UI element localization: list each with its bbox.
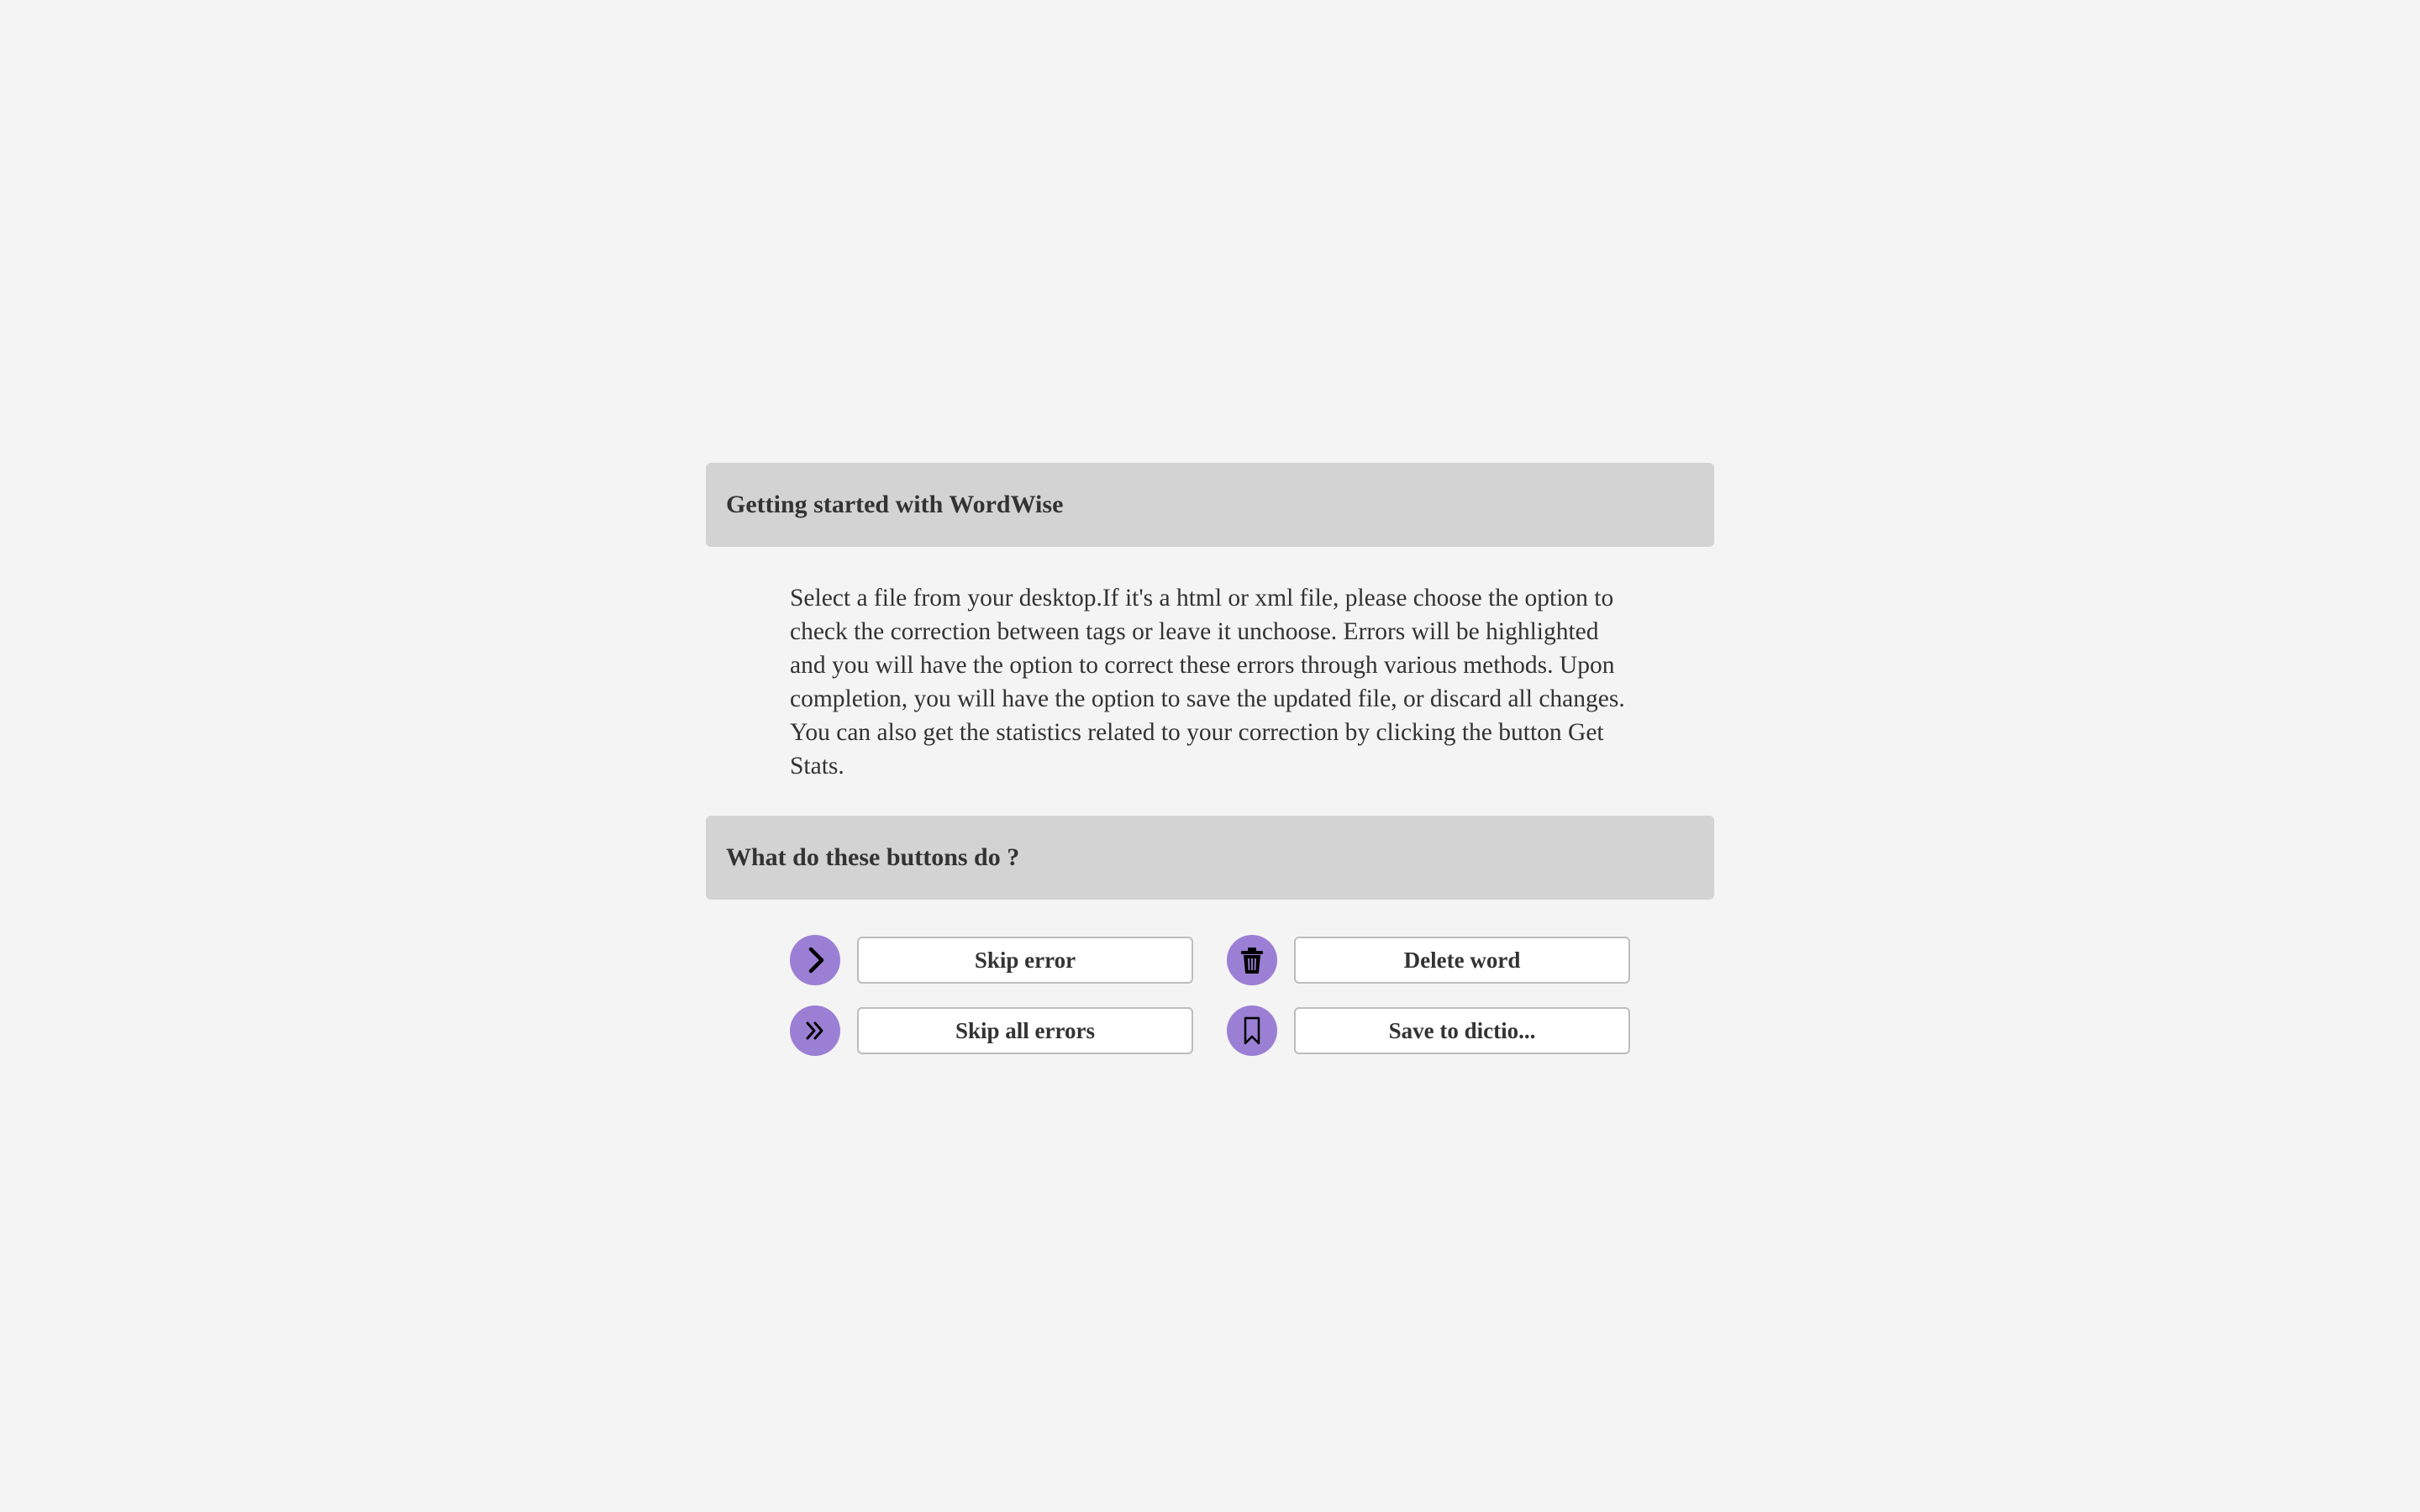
save-to-dictionary-row: Save to dictio... <box>1227 1005 1630 1056</box>
chevron-right-icon <box>790 935 840 985</box>
double-chevron-right-icon <box>790 1005 840 1056</box>
section-title: What do these buttons do ? <box>726 843 1020 871</box>
skip-all-errors-row: Skip all errors <box>790 1005 1193 1056</box>
getting-started-description: Select a file from your desktop.If it's … <box>790 585 1625 780</box>
skip-error-button[interactable]: Skip error <box>857 937 1193 984</box>
skip-all-errors-button[interactable]: Skip all errors <box>857 1007 1193 1054</box>
delete-word-button[interactable]: Delete word <box>1294 937 1630 984</box>
trash-icon <box>1227 935 1277 985</box>
section-title: Getting started with WordWise <box>726 491 1064 518</box>
delete-word-row: Delete word <box>1227 935 1630 985</box>
section-header-getting-started: Getting started with WordWise <box>706 463 1714 547</box>
skip-error-row: Skip error <box>790 935 1193 985</box>
button-legend-grid: Skip error Delete word Skip all errors S… <box>790 935 1714 1056</box>
save-to-dictionary-button[interactable]: Save to dictio... <box>1294 1007 1630 1054</box>
bookmark-icon <box>1227 1005 1277 1056</box>
help-panel: Getting started with WordWise Select a f… <box>706 463 1714 1056</box>
section-header-buttons: What do these buttons do ? <box>706 816 1714 900</box>
